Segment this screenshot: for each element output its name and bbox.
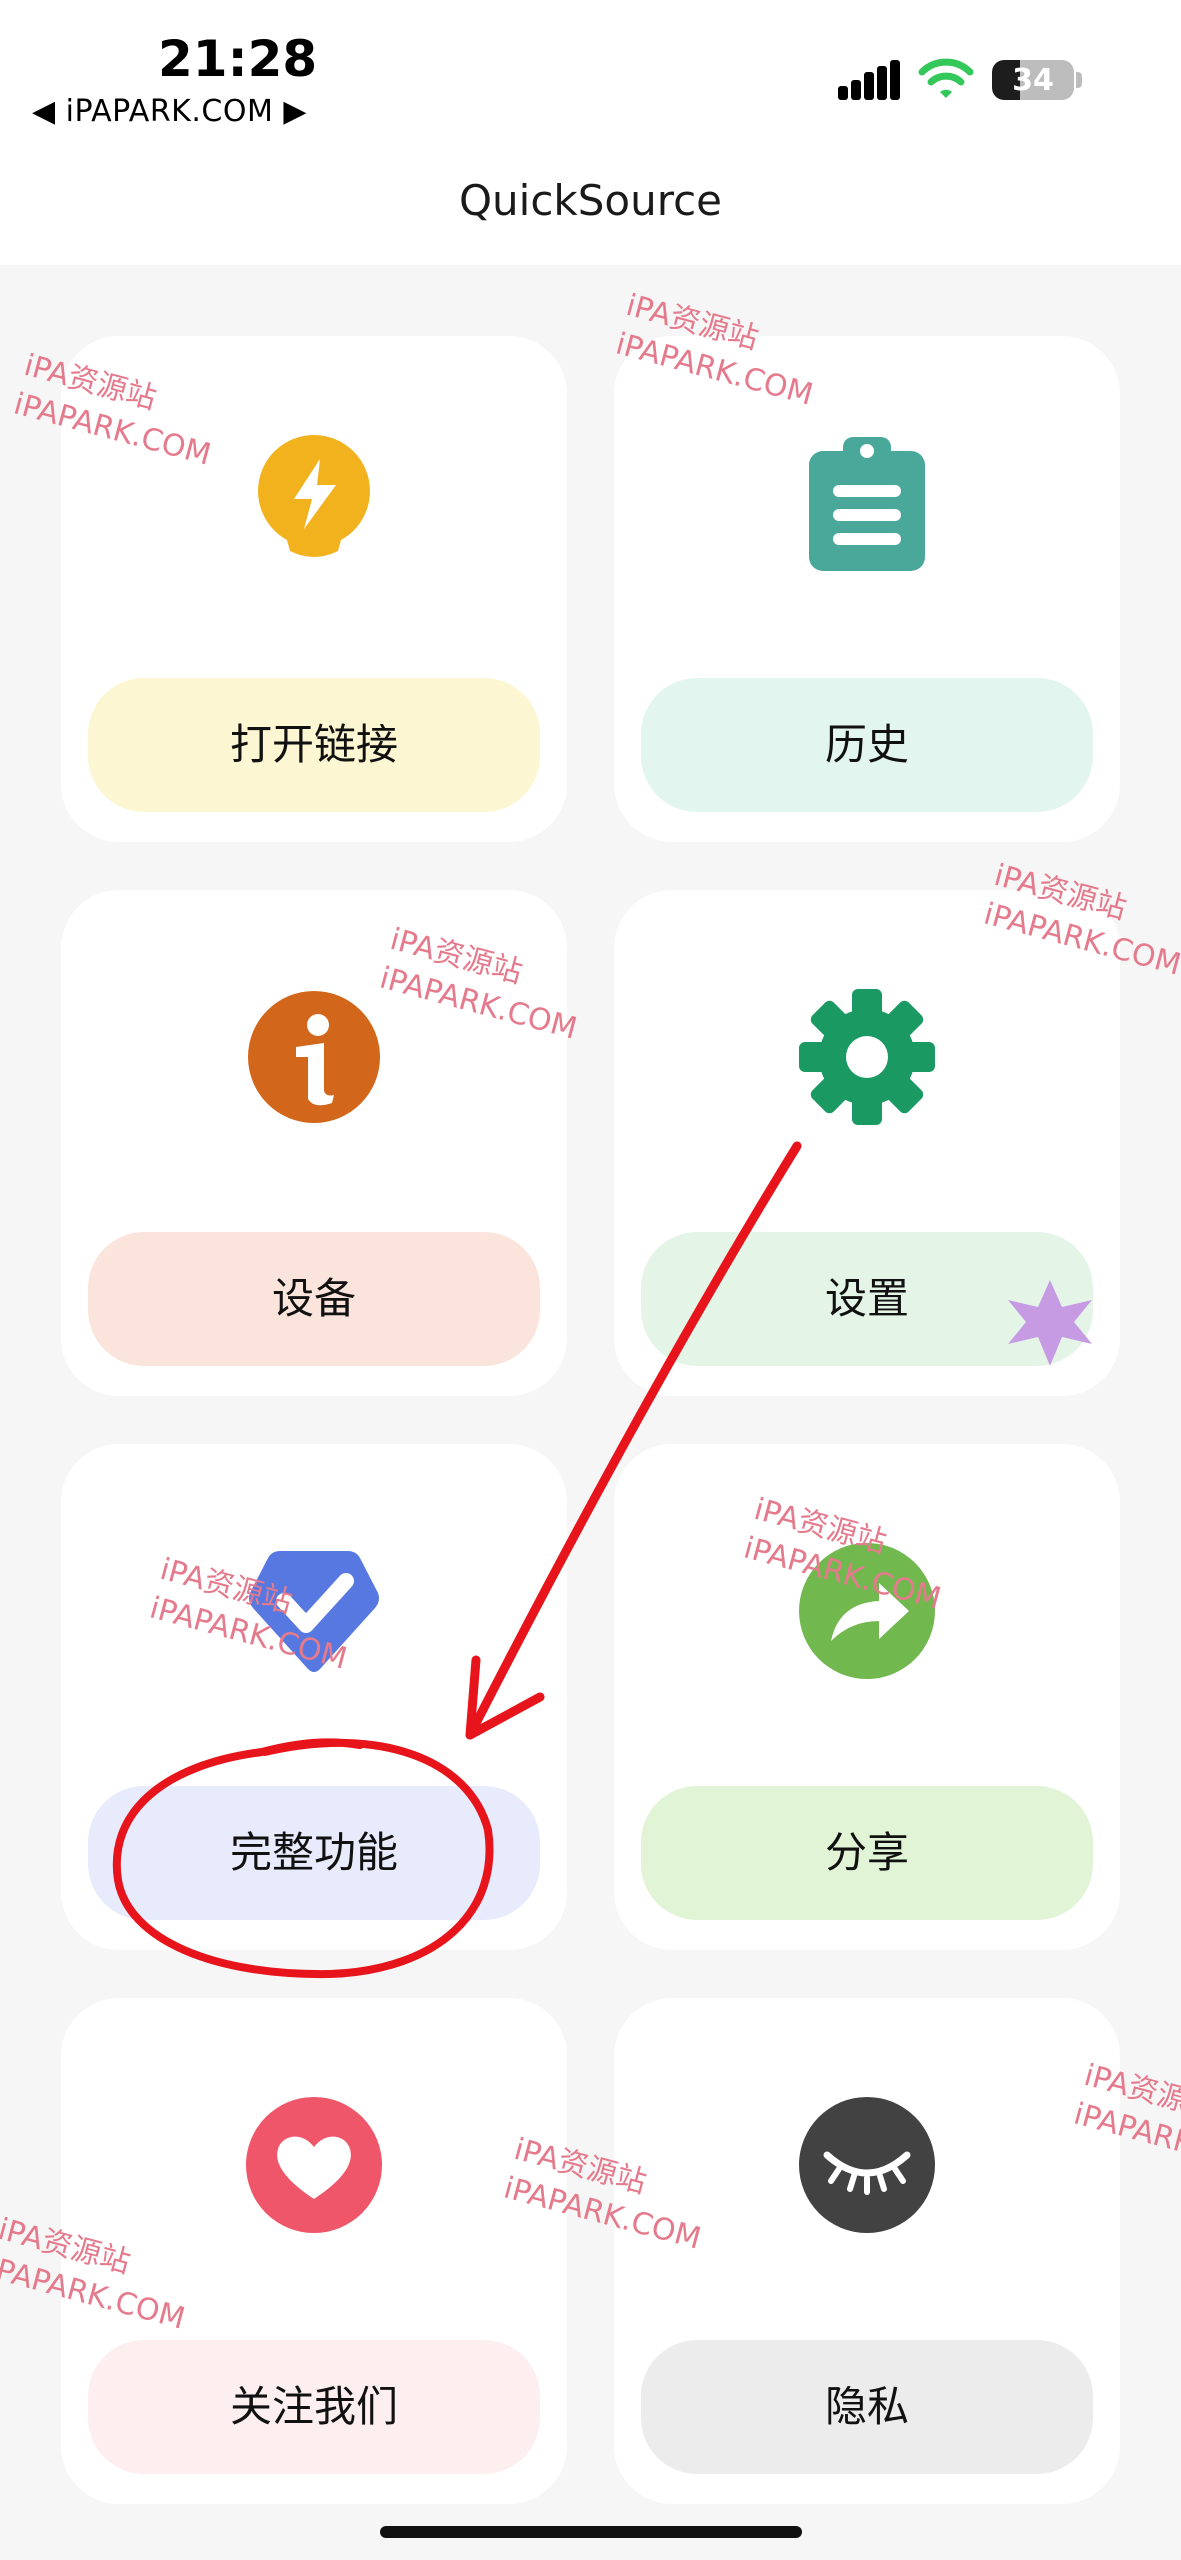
battery-icon: 34: [992, 60, 1074, 100]
settings-button[interactable]: 设置: [641, 1232, 1093, 1366]
cellular-signal-icon: [838, 60, 902, 100]
tile-history[interactable]: 历史: [614, 336, 1120, 842]
history-button[interactable]: 历史: [641, 678, 1093, 812]
wifi-icon: [918, 58, 974, 98]
device-label: 设备: [271, 1274, 356, 1323]
open-link-label: 打开链接: [229, 720, 398, 769]
nav-bar: QuickSource: [0, 140, 1181, 265]
tile-device[interactable]: 设备: [61, 890, 567, 1396]
battery-cap: [1076, 72, 1082, 88]
check-badge-icon: [249, 1551, 379, 1672]
gear-icon: [799, 989, 935, 1125]
closed-eye-icon: [799, 2097, 935, 2233]
privacy-button[interactable]: 隐私: [641, 2340, 1093, 2474]
device-button[interactable]: 设备: [88, 1232, 540, 1366]
share-arrow-icon: [799, 1543, 935, 1679]
full-features-label: 完整功能: [229, 1828, 398, 1877]
heart-icon: [246, 2097, 382, 2233]
settings-label: 设置: [824, 1274, 909, 1323]
privacy-label: 隐私: [824, 2382, 909, 2431]
share-label: 分享: [824, 1828, 909, 1877]
page-title: QuickSource: [458, 176, 722, 225]
battery-percentage: 34: [1012, 63, 1054, 98]
share-button[interactable]: 分享: [641, 1786, 1093, 1920]
status-time: 21:28: [158, 30, 318, 88]
tile-privacy[interactable]: 隐私: [614, 1998, 1120, 2504]
home-indicator[interactable]: [380, 2526, 802, 2538]
follow-us-button[interactable]: 关注我们: [88, 2340, 540, 2474]
clipboard-icon: [809, 437, 925, 571]
full-features-button[interactable]: 完整功能: [88, 1786, 540, 1920]
info-icon: [248, 991, 380, 1123]
tile-share[interactable]: 分享: [614, 1444, 1120, 1950]
tile-settings[interactable]: 设置: [614, 890, 1120, 1396]
tile-open-link[interactable]: 打开链接: [61, 336, 567, 842]
open-link-button[interactable]: 打开链接: [88, 678, 540, 812]
tile-follow-us[interactable]: 关注我们: [61, 1998, 567, 2504]
follow-us-label: 关注我们: [229, 2382, 398, 2431]
history-label: 历史: [824, 720, 909, 769]
tile-full-features[interactable]: 完整功能: [61, 1444, 567, 1950]
status-bar: 21:28 ◀ iPAPARK.COM ▶ 34: [0, 0, 1181, 140]
bolt-bulb-icon: [258, 435, 370, 557]
back-to-app-link[interactable]: ◀ iPAPARK.COM ▶: [32, 94, 307, 129]
